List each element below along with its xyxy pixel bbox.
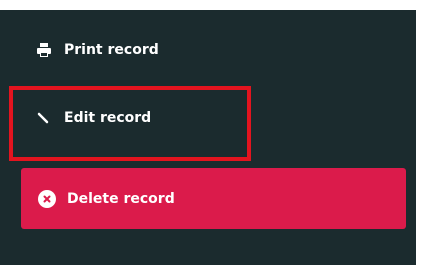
edit-record-label: Edit record: [64, 110, 152, 126]
printer-icon: [34, 40, 54, 60]
delete-record-button[interactable]: Delete record: [21, 168, 406, 229]
close-circle-icon: [37, 189, 57, 209]
edit-record-button[interactable]: Edit record: [34, 106, 151, 130]
screen: Print record Edit record Delete record: [0, 0, 422, 265]
print-record-button[interactable]: Print record: [34, 38, 159, 62]
print-record-label: Print record: [64, 42, 159, 58]
pencil-icon: [34, 108, 54, 128]
delete-record-label: Delete record: [67, 190, 175, 207]
